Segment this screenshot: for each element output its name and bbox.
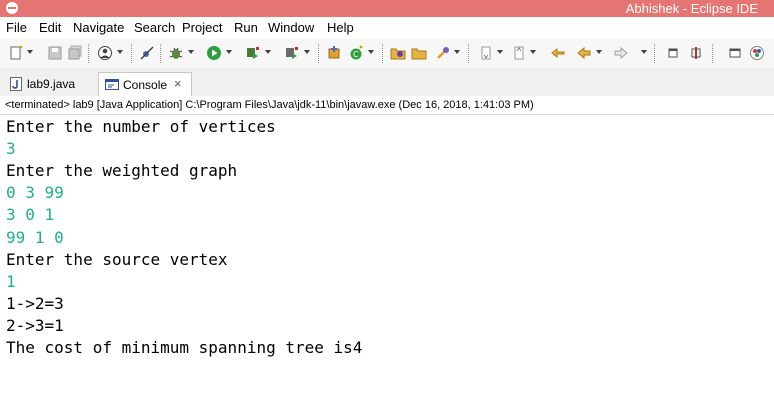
maximize-view-icon[interactable] bbox=[688, 45, 704, 61]
menu-project[interactable]: Project bbox=[182, 20, 222, 36]
console-input-line: 99 1 0 bbox=[6, 227, 64, 247]
toolbar-separator bbox=[131, 44, 134, 63]
coverage-dropdown-icon[interactable] bbox=[265, 50, 271, 54]
minimize-view-icon[interactable] bbox=[665, 45, 681, 61]
title-bar: Abhishek - Eclipse IDE bbox=[0, 0, 774, 17]
forward-icon[interactable] bbox=[613, 45, 629, 61]
run-dropdown-icon[interactable] bbox=[226, 50, 232, 54]
console-output-line: 2->3=1 bbox=[6, 315, 64, 335]
console-status: <terminated> lab9 [Java Application] C:\… bbox=[0, 96, 774, 115]
tab-lab9-java[interactable]: lab9.java bbox=[2, 72, 96, 96]
eclipse-icon[interactable] bbox=[6, 2, 18, 14]
previous-annotation-icon[interactable] bbox=[511, 45, 527, 61]
menu-navigate[interactable]: Navigate bbox=[73, 20, 124, 36]
skip-breakpoints-icon[interactable] bbox=[139, 45, 155, 61]
window-title: Abhishek - Eclipse IDE bbox=[625, 1, 758, 16]
main-toolbar: C bbox=[0, 39, 774, 68]
toolbar-separator bbox=[654, 44, 657, 63]
search-dropdown-icon[interactable] bbox=[454, 50, 460, 54]
svg-text:C: C bbox=[353, 50, 359, 59]
console-output[interactable]: Enter the number of vertices 3 Enter the w… bbox=[0, 115, 774, 406]
menu-edit[interactable]: Edit bbox=[39, 20, 61, 36]
new-class-icon[interactable]: C bbox=[348, 45, 364, 61]
console-output-line: Enter the number of vertices bbox=[6, 117, 276, 136]
tab-console[interactable]: Console × bbox=[98, 72, 192, 96]
editor-tab-bar: lab9.java Console × bbox=[0, 68, 774, 96]
toolbar-separator bbox=[712, 44, 715, 63]
last-edit-location-icon[interactable] bbox=[550, 45, 566, 61]
menu-help[interactable]: Help bbox=[327, 20, 354, 36]
next-annotation-icon[interactable] bbox=[478, 45, 494, 61]
open-folder-icon[interactable] bbox=[411, 45, 427, 61]
user-icon[interactable] bbox=[97, 45, 113, 61]
console-output-line: Enter the source vertex bbox=[6, 249, 228, 269]
menu-file[interactable]: File bbox=[6, 20, 27, 36]
back-dropdown-icon[interactable] bbox=[596, 50, 602, 54]
java-perspective-icon[interactable] bbox=[749, 45, 765, 61]
new-icon[interactable] bbox=[8, 45, 24, 61]
tab-label: Console bbox=[123, 78, 168, 92]
new-java-project-icon[interactable] bbox=[326, 45, 342, 61]
menu-bar: File Edit Navigate Search Project Run Wi… bbox=[0, 17, 774, 39]
previous-annotation-dropdown-icon[interactable] bbox=[530, 50, 536, 54]
console-input-line: 1 bbox=[6, 271, 16, 291]
search-icon[interactable] bbox=[435, 45, 451, 61]
open-type-icon[interactable] bbox=[390, 45, 406, 61]
back-icon[interactable] bbox=[576, 45, 592, 61]
toolbar-separator bbox=[160, 44, 163, 63]
save-icon[interactable] bbox=[47, 45, 63, 61]
java-file-icon bbox=[10, 77, 22, 91]
open-perspective-icon[interactable] bbox=[727, 45, 743, 61]
coverage-icon[interactable] bbox=[245, 45, 261, 61]
new-class-dropdown-icon[interactable] bbox=[368, 50, 374, 54]
user-dropdown-icon[interactable] bbox=[117, 50, 123, 54]
menu-run[interactable]: Run bbox=[234, 20, 258, 36]
menu-window[interactable]: Window bbox=[268, 20, 314, 36]
external-tools-dropdown-icon[interactable] bbox=[304, 50, 310, 54]
toolbar-separator bbox=[468, 44, 471, 63]
debug-icon[interactable] bbox=[168, 45, 184, 61]
console-output-line: 1->2=3 bbox=[6, 293, 64, 313]
toolbar-separator bbox=[318, 44, 321, 63]
console-output-line: The cost of minimum spanning tree is4 bbox=[6, 338, 363, 357]
console-icon bbox=[105, 78, 119, 90]
console-input-line: 0 3 99 bbox=[6, 183, 64, 203]
save-all-icon[interactable] bbox=[67, 45, 83, 61]
toolbar-separator bbox=[382, 44, 385, 63]
toolbar-separator bbox=[88, 44, 91, 63]
forward-dropdown-icon[interactable] bbox=[641, 50, 647, 54]
tab-label: lab9.java bbox=[27, 77, 76, 91]
new-dropdown-icon[interactable] bbox=[27, 50, 33, 54]
run-icon[interactable] bbox=[206, 45, 222, 61]
close-icon[interactable]: × bbox=[174, 77, 182, 91]
console-input-line: 3 bbox=[6, 139, 16, 159]
next-annotation-dropdown-icon[interactable] bbox=[497, 50, 503, 54]
menu-search[interactable]: Search bbox=[134, 20, 175, 36]
console-input-line: 3 0 1 bbox=[6, 205, 55, 225]
debug-dropdown-icon[interactable] bbox=[188, 50, 194, 54]
external-tools-icon[interactable] bbox=[284, 45, 300, 61]
terminated-status: <terminated> lab9 [Java Application] C:\… bbox=[5, 99, 534, 111]
console-output-line: Enter the weighted graph bbox=[6, 161, 238, 181]
